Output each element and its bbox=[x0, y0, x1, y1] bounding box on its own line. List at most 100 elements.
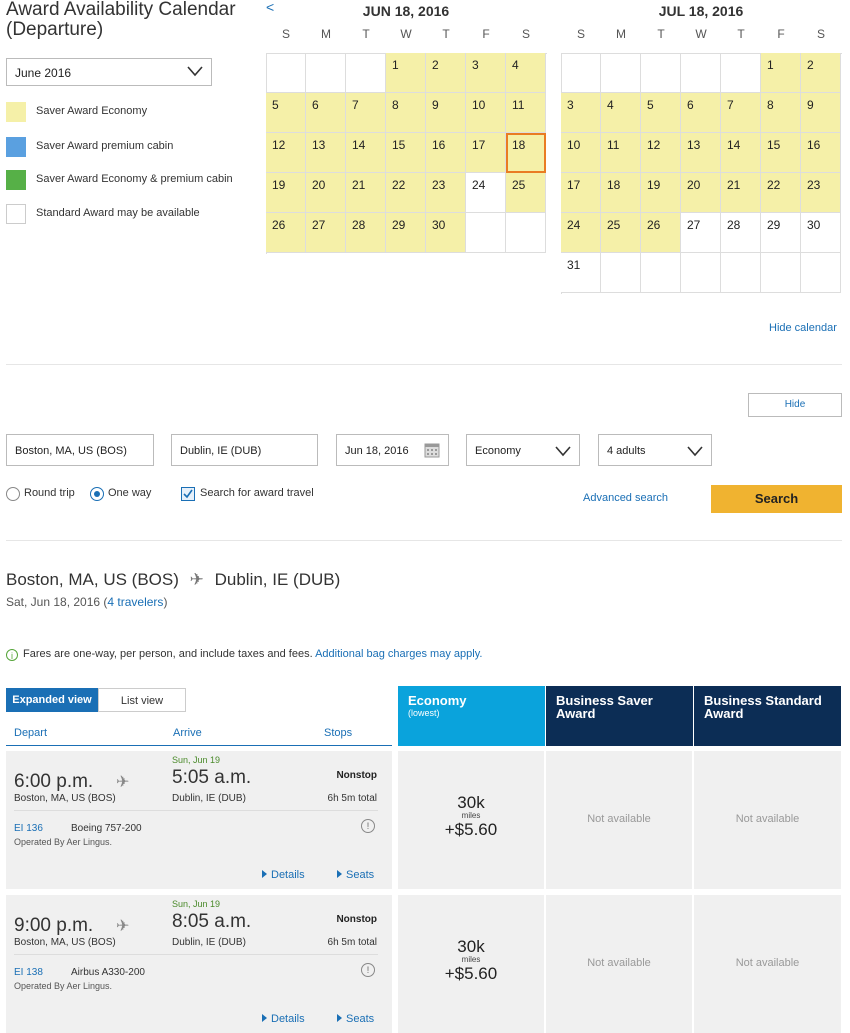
fare-header[interactable]: Business Standard Award bbox=[694, 686, 841, 746]
fare-header[interactable]: Economy (lowest) bbox=[398, 686, 545, 746]
calendar-day[interactable]: 9 bbox=[801, 93, 841, 133]
seats-link[interactable]: Seats bbox=[337, 1013, 374, 1025]
calendar-day[interactable]: 18 bbox=[601, 173, 641, 213]
warning-icon[interactable]: ! bbox=[361, 819, 375, 833]
details-link[interactable]: Details bbox=[262, 869, 305, 881]
calendar-day[interactable]: 13 bbox=[306, 133, 346, 173]
travelers-link[interactable]: 4 travelers bbox=[107, 595, 163, 609]
calendar-day[interactable]: 3 bbox=[561, 93, 601, 133]
calendar-day[interactable]: 7 bbox=[346, 93, 386, 133]
advanced-search-link[interactable]: Advanced search bbox=[583, 492, 668, 504]
calendar-day[interactable]: 12 bbox=[641, 133, 681, 173]
calendar-empty-cell bbox=[306, 53, 346, 93]
calendar-day[interactable]: 24 bbox=[466, 173, 506, 213]
calendar-day[interactable]: 9 bbox=[426, 93, 466, 133]
travelers-select[interactable]: 4 adults bbox=[598, 434, 712, 466]
award-checkbox[interactable] bbox=[181, 487, 195, 501]
hide-button[interactable]: Hide bbox=[748, 393, 842, 417]
calendar-day[interactable]: 22 bbox=[761, 173, 801, 213]
seats-link[interactable]: Seats bbox=[337, 869, 374, 881]
month-select[interactable]: June 2016 bbox=[6, 58, 212, 86]
fare-header[interactable]: Business Saver Award bbox=[546, 686, 693, 746]
calendar-day[interactable]: 21 bbox=[721, 173, 761, 213]
miles-label: miles bbox=[461, 955, 481, 964]
calendar-day[interactable]: 20 bbox=[306, 173, 346, 213]
calendar-day[interactable]: 14 bbox=[346, 133, 386, 173]
calendar-day[interactable]: 7 bbox=[721, 93, 761, 133]
economy-fare-cell[interactable]: 30k miles +$5.60 bbox=[398, 895, 545, 1033]
bag-charges-link[interactable]: Additional bag charges may apply. bbox=[315, 648, 482, 660]
to-input[interactable]: Dublin, IE (DUB) bbox=[171, 434, 318, 466]
hide-calendar-link[interactable]: Hide calendar bbox=[769, 322, 837, 334]
origin-airport: Boston, MA, US (BOS) bbox=[14, 793, 116, 804]
calendar-day[interactable]: 1 bbox=[761, 53, 801, 93]
calendar-day[interactable]: 24 bbox=[561, 213, 601, 253]
calendar-day[interactable]: 27 bbox=[306, 213, 346, 253]
business-saver-cell: Not available bbox=[546, 751, 693, 889]
day-of-week: S bbox=[816, 27, 825, 41]
calendar-day[interactable]: 4 bbox=[601, 93, 641, 133]
calendar-day[interactable]: 14 bbox=[721, 133, 761, 173]
search-button[interactable]: Search bbox=[711, 485, 842, 513]
not-available-label: Not available bbox=[587, 957, 651, 969]
calendar-day[interactable]: 5 bbox=[641, 93, 681, 133]
details-label: Details bbox=[271, 869, 305, 881]
calendar-day-selected[interactable]: 18 bbox=[506, 133, 546, 173]
round-trip-radio[interactable] bbox=[6, 487, 20, 501]
calendar-day[interactable]: 6 bbox=[681, 93, 721, 133]
miles-label: miles bbox=[461, 811, 481, 820]
calendar-day[interactable]: 30 bbox=[426, 213, 466, 253]
calendar-day[interactable]: 8 bbox=[386, 93, 426, 133]
tab-list-view[interactable]: List view bbox=[98, 688, 186, 712]
calendar-day[interactable]: 1 bbox=[386, 53, 426, 93]
calendar-day[interactable]: 30 bbox=[801, 213, 841, 253]
calendar-day[interactable]: 15 bbox=[386, 133, 426, 173]
calendar-day[interactable]: 26 bbox=[641, 213, 681, 253]
calendar-day[interactable]: 11 bbox=[601, 133, 641, 173]
calendar-day[interactable]: 19 bbox=[266, 173, 306, 213]
calendar-day[interactable]: 26 bbox=[266, 213, 306, 253]
calendar-day[interactable]: 16 bbox=[801, 133, 841, 173]
date-input[interactable]: Jun 18, 2016 bbox=[336, 434, 449, 466]
flight-number[interactable]: EI 138 bbox=[14, 967, 43, 978]
calendar-day[interactable]: 17 bbox=[466, 133, 506, 173]
warning-icon[interactable]: ! bbox=[361, 963, 375, 977]
economy-fare-cell[interactable]: 30k miles +$5.60 bbox=[398, 751, 545, 889]
tab-expanded-view[interactable]: Expanded view bbox=[6, 688, 98, 712]
calendar-day[interactable]: 28 bbox=[346, 213, 386, 253]
calendar-day[interactable]: 25 bbox=[601, 213, 641, 253]
calendar-day[interactable]: 31 bbox=[561, 253, 601, 293]
calendar-day[interactable]: 2 bbox=[426, 53, 466, 93]
one-way-radio[interactable] bbox=[90, 487, 104, 501]
calendar-day[interactable]: 10 bbox=[466, 93, 506, 133]
calendar-day[interactable]: 6 bbox=[306, 93, 346, 133]
calendar-day[interactable]: 23 bbox=[426, 173, 466, 213]
calendar-day[interactable]: 23 bbox=[801, 173, 841, 213]
calendar-day[interactable]: 22 bbox=[386, 173, 426, 213]
calendar-day[interactable]: 12 bbox=[266, 133, 306, 173]
calendar-day[interactable]: 17 bbox=[561, 173, 601, 213]
calendar-day[interactable]: 20 bbox=[681, 173, 721, 213]
calendar-day[interactable]: 13 bbox=[681, 133, 721, 173]
calendar-day[interactable]: 21 bbox=[346, 173, 386, 213]
calendar-day[interactable]: 11 bbox=[506, 93, 546, 133]
calendar-day[interactable]: 19 bbox=[641, 173, 681, 213]
cabin-select[interactable]: Economy bbox=[466, 434, 580, 466]
calendar-day[interactable]: 3 bbox=[466, 53, 506, 93]
calendar-day[interactable]: 29 bbox=[761, 213, 801, 253]
from-input[interactable]: Boston, MA, US (BOS) bbox=[6, 434, 154, 466]
calendar-day[interactable]: 25 bbox=[506, 173, 546, 213]
calendar-day[interactable]: 16 bbox=[426, 133, 466, 173]
calendar-icon[interactable] bbox=[424, 442, 440, 458]
calendar-day[interactable]: 28 bbox=[721, 213, 761, 253]
details-link[interactable]: Details bbox=[262, 1013, 305, 1025]
calendar-day[interactable]: 4 bbox=[506, 53, 546, 93]
calendar-day[interactable]: 15 bbox=[761, 133, 801, 173]
calendar-day[interactable]: 10 bbox=[561, 133, 601, 173]
calendar-day[interactable]: 8 bbox=[761, 93, 801, 133]
calendar-day[interactable]: 27 bbox=[681, 213, 721, 253]
flight-number[interactable]: EI 136 bbox=[14, 823, 43, 834]
calendar-day[interactable]: 29 bbox=[386, 213, 426, 253]
calendar-day[interactable]: 5 bbox=[266, 93, 306, 133]
calendar-day[interactable]: 2 bbox=[801, 53, 841, 93]
